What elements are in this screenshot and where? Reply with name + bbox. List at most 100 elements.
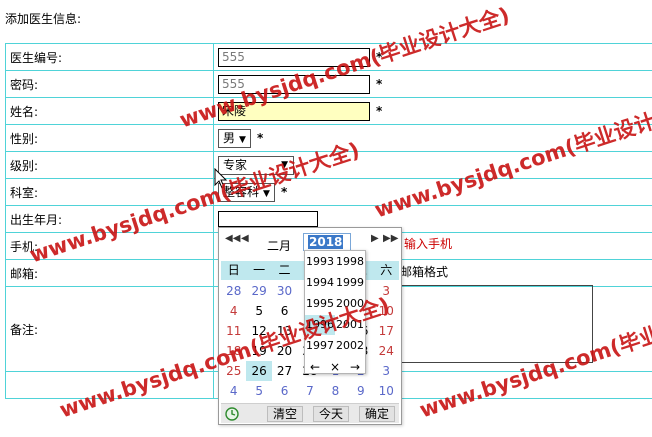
birth-input[interactable] — [218, 211, 318, 227]
day-cell[interactable]: 30 — [272, 281, 297, 301]
required-mark: * — [376, 50, 383, 64]
day-cell[interactable]: 5 — [246, 381, 271, 401]
birth-label: 出生年月: — [5, 205, 214, 233]
day-cell[interactable]: 10 — [374, 381, 399, 401]
required-mark: * — [280, 185, 288, 199]
gender-select[interactable]: 男 ▼ — [218, 128, 251, 148]
day-cell[interactable]: 28 — [221, 281, 246, 301]
year-option[interactable]: 1997 — [305, 336, 335, 356]
email-label: 邮箱: — [5, 259, 214, 287]
clock-icon[interactable] — [225, 407, 239, 421]
year-row: 1997 2002 — [305, 336, 365, 356]
year-row: 1994 1999 — [305, 273, 365, 293]
day-cell[interactable]: 8 — [323, 381, 348, 401]
next-month-icon[interactable]: ▶ — [371, 233, 379, 244]
email-hint: 邮箱格式 — [400, 265, 449, 279]
required-mark: * — [376, 104, 383, 118]
weekday-label: 日 — [227, 263, 240, 277]
required-mark: * — [376, 77, 383, 91]
year-nav: ← × → — [305, 360, 365, 378]
month-label[interactable]: 二月 — [267, 237, 291, 254]
row-doctor-id: 医生编号: 555 * — [5, 43, 652, 71]
day-cell[interactable]: 4 — [221, 301, 246, 321]
row-level: 级别: 专家 ▼ — [5, 151, 652, 179]
year-row: 1996 2001 — [305, 315, 365, 335]
year-prev-icon[interactable]: ← — [305, 360, 325, 378]
year-close-icon[interactable]: × — [325, 360, 345, 378]
level-label: 级别: — [5, 151, 214, 179]
year-option[interactable]: 2002 — [335, 336, 365, 356]
day-cell[interactable]: 3 — [374, 281, 399, 301]
year-row: 1993 1998 — [305, 252, 365, 272]
prev-month-icon[interactable]: ◀ — [241, 233, 249, 244]
day-cell[interactable]: 3 — [374, 361, 399, 381]
password-label: 密码: — [5, 70, 214, 98]
remark-textarea[interactable] — [397, 285, 593, 363]
day-cell[interactable]: 17 — [374, 321, 399, 341]
day-cell[interactable]: 4 — [221, 381, 246, 401]
weekday-label: 一 — [253, 263, 266, 277]
day-cell[interactable]: 18 — [221, 341, 246, 361]
year-selector-panel: 1993 1998 1994 1999 1995 2000 1996 2001 1997 2002… — [304, 250, 366, 374]
level-select[interactable]: 专家 ▼ — [218, 155, 294, 175]
department-value: 整容科 — [223, 184, 260, 199]
year-option[interactable]: 2001 — [335, 315, 365, 335]
day-cell[interactable]: 13 — [272, 321, 297, 341]
year-value: 2018 — [308, 235, 344, 249]
day-cell[interactable]: 26 — [246, 361, 272, 381]
day-cell[interactable]: 25 — [221, 361, 246, 381]
doctor-id-label: 医生编号: — [5, 43, 214, 71]
year-option[interactable]: 1998 — [335, 252, 365, 272]
year-option[interactable]: 1996 — [305, 315, 335, 335]
chevron-down-icon: ▼ — [281, 159, 288, 170]
day-cell[interactable]: 6 — [272, 301, 297, 321]
year-input[interactable]: 2018 — [303, 233, 351, 251]
phone-label: 手机: — [5, 232, 214, 260]
today-button[interactable]: 今天 — [313, 406, 349, 422]
doctor-id-input[interactable]: 555 — [218, 47, 370, 67]
name-input[interactable]: 宋陵 — [218, 101, 370, 121]
prev-year-icon[interactable]: ◀◀ — [225, 233, 240, 244]
password-input[interactable]: 555 — [218, 74, 370, 94]
weekday-label: 六 — [380, 263, 393, 277]
day-cell[interactable]: 10 — [374, 301, 399, 321]
row-name: 姓名: 宋陵 * — [5, 97, 652, 125]
gender-value: 男 — [223, 130, 236, 145]
day-cell[interactable]: 27 — [272, 361, 297, 381]
year-option[interactable]: 2000 — [335, 294, 365, 314]
department-label: 科室: — [5, 178, 214, 206]
day-cell[interactable]: 6 — [272, 381, 297, 401]
year-option[interactable]: 1995 — [305, 294, 335, 314]
day-cell[interactable]: 24 — [374, 341, 399, 361]
date-picker-footer: 清空 今天 确定 — [221, 403, 399, 423]
page-title: 添加医生信息: — [5, 12, 82, 26]
year-option[interactable]: 1999 — [335, 273, 365, 293]
day-cell[interactable]: 5 — [246, 301, 271, 321]
phone-hint: 输入手机 — [404, 237, 453, 251]
year-option[interactable]: 1993 — [305, 252, 335, 272]
year-option[interactable]: 1994 — [305, 273, 335, 293]
chevron-down-icon: ▼ — [239, 134, 246, 145]
chevron-down-icon: ▼ — [263, 188, 270, 199]
row-gender: 性别: 男 ▼ * — [5, 124, 652, 152]
day-cell[interactable]: 7 — [297, 381, 322, 401]
required-mark: * — [256, 131, 264, 145]
day-cell[interactable]: 19 — [246, 341, 271, 361]
year-row: 1995 2000 — [305, 294, 365, 314]
day-cell[interactable]: 29 — [246, 281, 271, 301]
name-label: 姓名: — [5, 97, 214, 125]
day-cell[interactable]: 9 — [348, 381, 373, 401]
remark-label: 备注: — [5, 286, 214, 372]
day-cell[interactable]: 11 — [221, 321, 246, 341]
gender-label: 性别: — [5, 124, 214, 152]
row-department: 科室: 整容科 ▼ * — [5, 178, 652, 206]
year-next-icon[interactable]: → — [345, 360, 365, 378]
weekday-label: 二 — [278, 263, 291, 277]
day-row: 45678910 — [221, 381, 399, 401]
ok-button[interactable]: 确定 — [359, 406, 395, 422]
next-year-icon[interactable]: ▶▶ — [383, 233, 398, 244]
day-cell[interactable]: 12 — [246, 321, 271, 341]
day-cell[interactable]: 20 — [272, 341, 297, 361]
mouse-cursor-icon — [214, 168, 228, 189]
clear-button[interactable]: 清空 — [267, 406, 303, 422]
